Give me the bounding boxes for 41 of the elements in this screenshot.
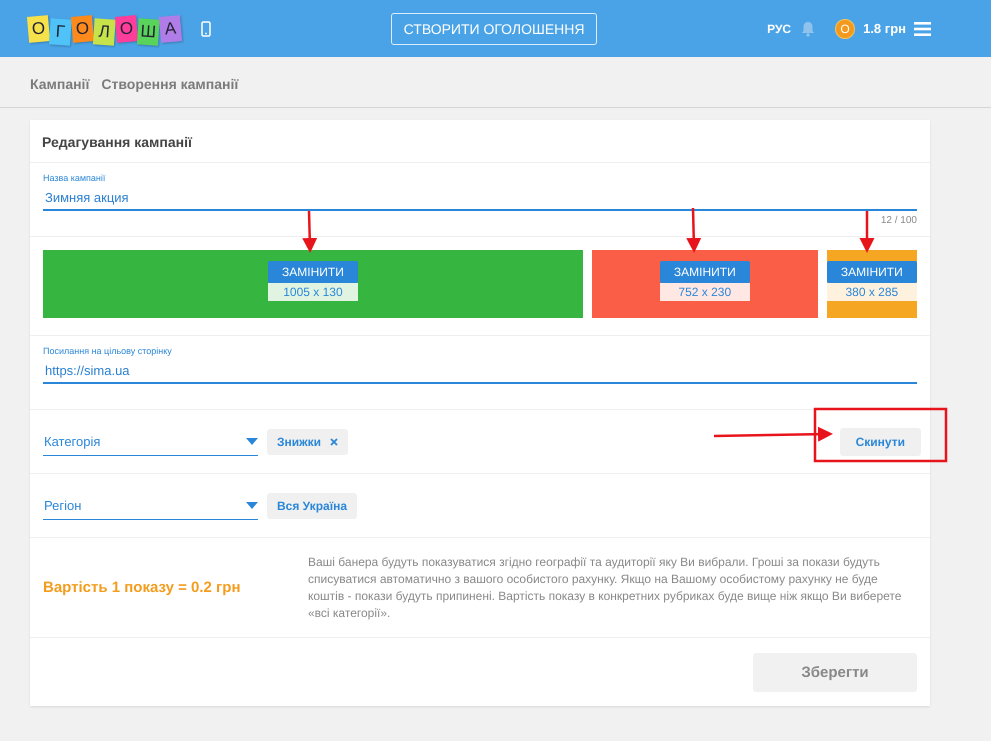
banner-size: 752 x 230 xyxy=(660,283,750,301)
replace-button[interactable]: ЗАМІНИТИ xyxy=(268,261,358,283)
banner-size: 1005 x 130 xyxy=(268,283,358,301)
caret-icon xyxy=(246,438,258,444)
logo-letter: Г xyxy=(48,18,72,46)
billing-note: Ваші банера будуть показуватися згідно географії та аудиторії яку Ви вибрали. Гроші за покази будуть списуватися автоматично з вашого особистого рахунку. Якщо на Вашому особистому рахунку не буде коштів - покази будуть припинені. Вартість показу в конкретних рубриках буде вище ніж якщо Ви виберете «всі категорії». xyxy=(308,554,902,622)
phone-icon[interactable] xyxy=(201,20,211,36)
character-counter: 12 / 100 xyxy=(880,215,917,226)
caret-icon xyxy=(246,502,258,508)
logo-letter: О xyxy=(26,14,50,42)
logo-letter: Л xyxy=(92,18,116,46)
category-select[interactable]: Категорія xyxy=(43,428,258,456)
coin-icon: О xyxy=(835,18,856,38)
remove-icon[interactable] xyxy=(330,438,338,446)
card-title: Редагування кампанії xyxy=(30,120,930,163)
field-label: Посилання на цільову сторінку xyxy=(43,346,173,356)
logo-letter: О xyxy=(114,14,138,42)
save-button[interactable]: Зберегти xyxy=(753,653,917,692)
replace-button[interactable]: ЗАМІНИТИ xyxy=(660,261,750,283)
breadcrumb-link[interactable]: Кампанії xyxy=(30,76,90,92)
region-chip[interactable]: Вся Україна xyxy=(267,492,357,518)
bell-icon[interactable] xyxy=(801,20,816,36)
annotation-arrow xyxy=(860,211,874,253)
logo-letter: А xyxy=(158,14,182,42)
breadcrumb-link[interactable]: Створення кампанії xyxy=(101,76,238,92)
create-ad-button[interactable]: СТВОРИТИ ОГОЛОШЕННЯ xyxy=(390,12,598,44)
reset-button[interactable]: Скинути xyxy=(840,428,921,456)
language-link[interactable]: РУС xyxy=(767,22,792,36)
banner-size: 380 x 285 xyxy=(826,283,917,301)
annotation-arrow xyxy=(302,210,318,253)
menu-icon[interactable] xyxy=(914,22,931,36)
balance: 1.8 грн xyxy=(863,21,906,36)
logo[interactable]: О Г О Л О Ш А xyxy=(28,16,181,42)
category-chip[interactable]: Знижки xyxy=(267,428,348,454)
region-select[interactable]: Регіон xyxy=(43,492,258,520)
logo-letter: О xyxy=(70,14,94,42)
cost-per-view: Вартість 1 показу = 0.2 грн xyxy=(43,579,242,596)
field-label: Назва кампанії xyxy=(43,173,106,183)
annotation-arrow xyxy=(686,208,702,253)
replace-button[interactable]: ЗАМІНИТИ xyxy=(826,261,917,283)
logo-letter: Ш xyxy=(136,18,160,46)
